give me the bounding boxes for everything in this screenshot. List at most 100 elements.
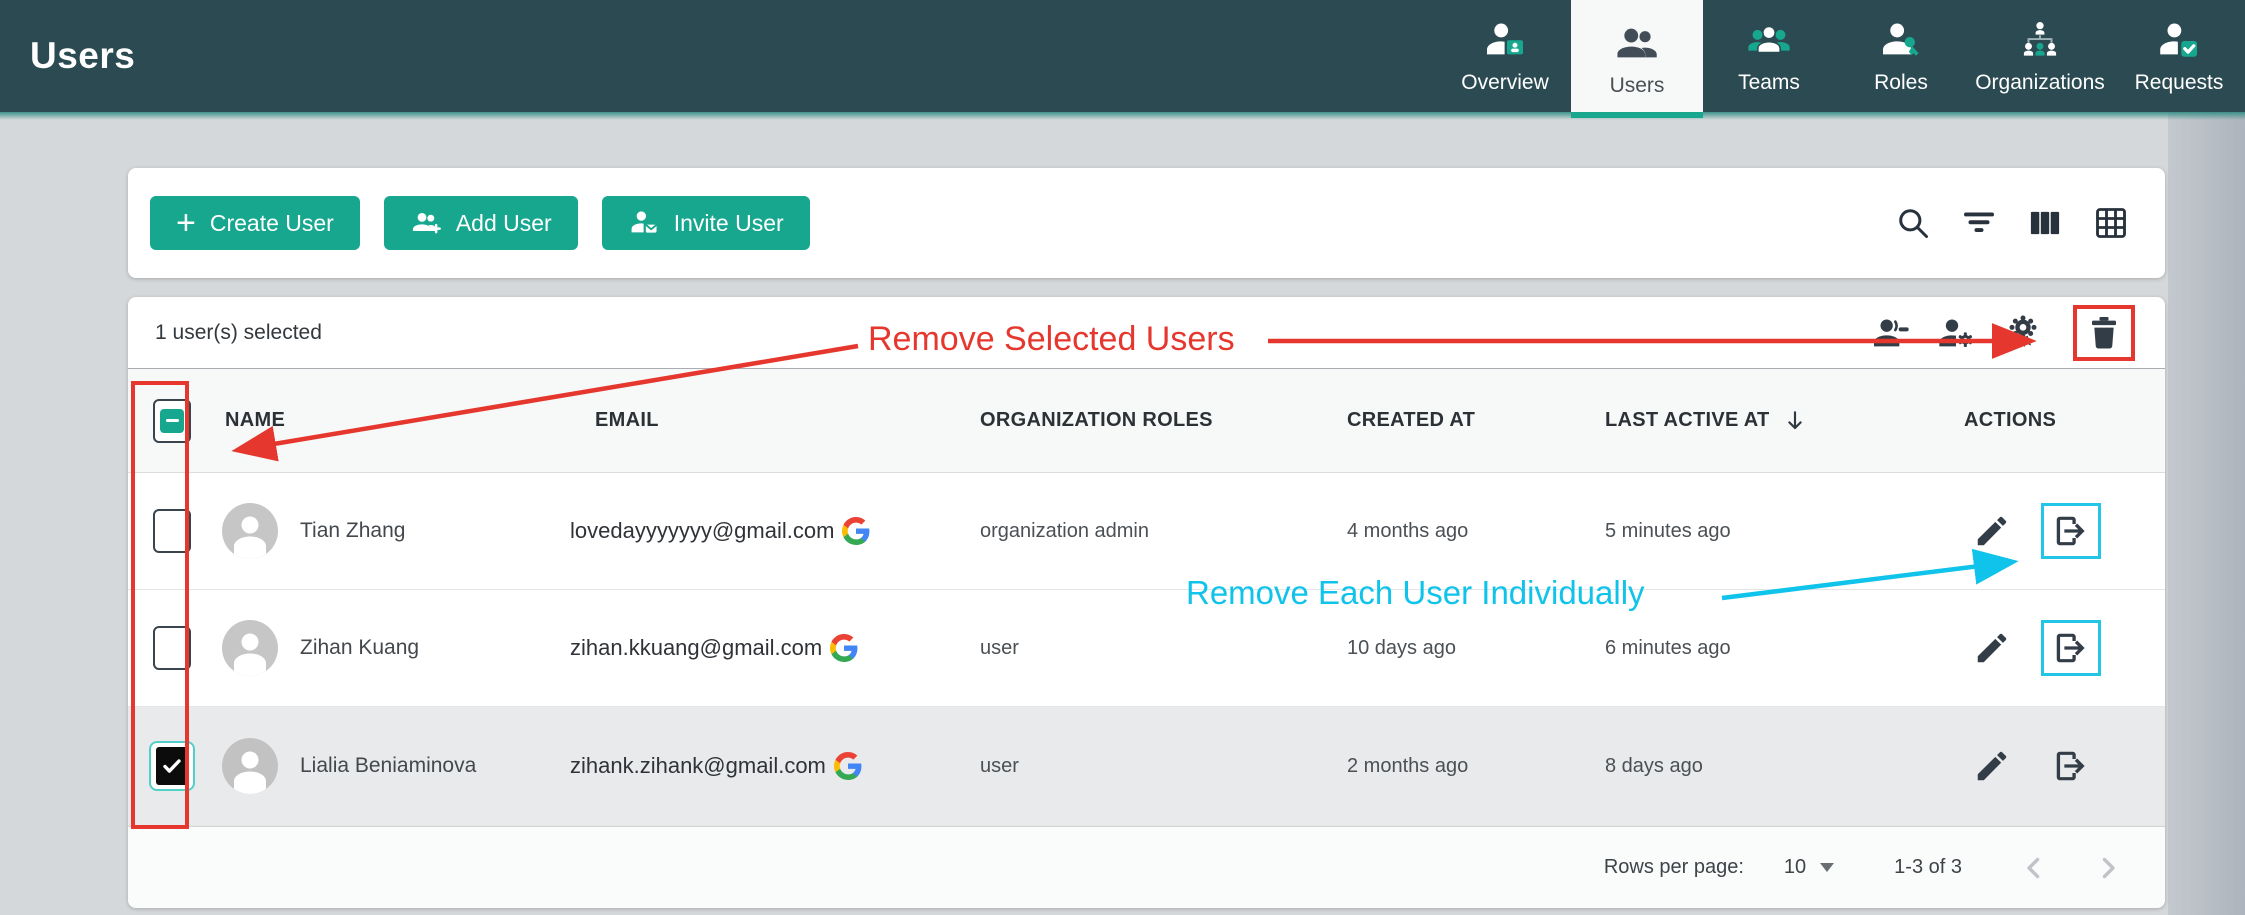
user-name: Lialia Beniaminova	[300, 754, 476, 778]
user-role: user	[978, 755, 1343, 778]
user-email: lovedayyyyyyy@gmail.com	[570, 518, 834, 544]
table-header-row: NAME EMAIL ORGANIZATION ROLES CREATED AT…	[128, 369, 2165, 473]
header-actions: ACTIONS	[1943, 409, 2165, 432]
annotation-remove-each-text: Remove Each User Individually	[1186, 574, 1645, 612]
person-mail-icon	[628, 207, 660, 239]
header-name[interactable]: NAME	[216, 409, 568, 432]
org-hierarchy-icon	[2017, 18, 2063, 64]
avatar	[222, 620, 278, 676]
annotation-remove-selected-text: Remove Selected Users	[868, 320, 1235, 359]
indeterminate-mark	[160, 409, 184, 433]
delete-icon[interactable]	[2084, 313, 2124, 353]
create-user-label: Create User	[210, 210, 334, 237]
tab-label: Requests	[2135, 71, 2224, 95]
tab-organizations[interactable]: Organizations	[1967, 0, 2113, 112]
google-logo-icon	[830, 634, 858, 662]
group-add-icon	[410, 207, 442, 239]
edit-icon[interactable]	[1973, 747, 2011, 785]
user-role: organization admin	[978, 520, 1343, 543]
select-all-checkbox[interactable]	[153, 399, 191, 443]
header-last-active-at[interactable]: LAST ACTIVE AT	[1603, 408, 1943, 434]
add-user-label: Add User	[456, 210, 552, 237]
last-active-at: 6 minutes ago	[1603, 637, 1943, 660]
tab-label: Organizations	[1975, 71, 2105, 95]
table-row[interactable]: Lialia Beniaminova zihank.zihank@gmail.c…	[128, 707, 2165, 826]
edit-icon[interactable]	[1973, 512, 2011, 550]
users-table-card: 1 user(s) selected	[128, 297, 2165, 908]
tab-label: Teams	[1738, 71, 1800, 95]
google-logo-icon	[834, 752, 862, 780]
user-email: zihan.kkuang@gmail.com	[570, 635, 822, 661]
pagination-range: 1-3 of 3	[1894, 856, 1962, 879]
view-columns-icon[interactable]	[2027, 205, 2063, 241]
tab-label: Roles	[1874, 71, 1928, 95]
remove-highlight-box	[2041, 503, 2101, 559]
tab-teams[interactable]: Teams	[1703, 0, 1835, 112]
row-checkbox[interactable]	[153, 626, 191, 670]
header-organization-roles[interactable]: ORGANIZATION ROLES	[978, 409, 1343, 432]
main-nav: Overview Users Teams Roles	[1439, 0, 2245, 120]
selection-count-text: 1 user(s) selected	[155, 321, 322, 345]
row-checkbox[interactable]	[153, 509, 191, 553]
toolbar-view-icons	[1895, 168, 2129, 278]
table-footer: Rows per page: 10 1-3 of 3	[128, 826, 2165, 908]
dropdown-caret-icon	[1820, 863, 1834, 872]
tab-users[interactable]: Users	[1571, 0, 1703, 118]
tab-label: Users	[1610, 74, 1665, 98]
last-active-at: 8 days ago	[1603, 755, 1943, 778]
search-icon[interactable]	[1895, 205, 1931, 241]
created-at: 2 months ago	[1343, 755, 1603, 778]
person-check-icon	[2156, 18, 2202, 64]
remove-highlight-box	[2041, 620, 2101, 676]
avatar	[222, 738, 278, 794]
user-name: Tian Zhang	[300, 519, 405, 543]
rows-per-page-select[interactable]: 10	[1784, 856, 1834, 879]
invite-user-button[interactable]: Invite User	[602, 196, 810, 250]
selection-actions	[1871, 297, 2135, 369]
plus-icon: +	[176, 206, 196, 240]
next-page-icon[interactable]	[2091, 851, 2125, 885]
previous-page-icon[interactable]	[2017, 851, 2051, 885]
created-at: 10 days ago	[1343, 637, 1603, 660]
rows-per-page-label: Rows per page:	[1604, 856, 1744, 879]
create-user-button[interactable]: + Create User	[150, 196, 360, 250]
user-email: zihank.zihank@gmail.com	[570, 753, 826, 779]
avatar	[222, 503, 278, 559]
toolbar-card: + Create User Add User Invite User	[128, 168, 2165, 278]
header-email[interactable]: EMAIL	[568, 409, 978, 432]
tab-overview[interactable]: Overview	[1439, 0, 1571, 112]
user-role: user	[978, 637, 1343, 660]
tab-requests[interactable]: Requests	[2113, 0, 2245, 112]
background-band	[2168, 112, 2245, 915]
team-icon	[1746, 18, 1792, 64]
award-icon[interactable]	[2003, 313, 2043, 353]
tab-roles[interactable]: Roles	[1835, 0, 1967, 112]
remove-user-row-icon[interactable]	[2052, 629, 2090, 667]
check-icon	[160, 754, 184, 778]
select-all-cell	[128, 399, 216, 443]
header-created-at[interactable]: CREATED AT	[1343, 409, 1603, 432]
created-at: 4 months ago	[1343, 520, 1603, 543]
page-title: Users	[30, 0, 135, 112]
delete-highlight-box	[2073, 305, 2135, 361]
sort-desc-arrow-icon	[1782, 408, 1808, 434]
remove-user-row-icon[interactable]	[2052, 747, 2090, 785]
google-logo-icon	[842, 517, 870, 545]
table-row[interactable]: Zihan Kuang zihan.kkuang@gmail.com user …	[128, 590, 2165, 707]
row-checkbox[interactable]	[149, 741, 195, 791]
last-active-at: 5 minutes ago	[1603, 520, 1943, 543]
add-user-button[interactable]: Add User	[384, 196, 578, 250]
remove-user-row-icon[interactable]	[2052, 512, 2090, 550]
tab-label: Overview	[1461, 71, 1549, 95]
filter-icon[interactable]	[1961, 205, 1997, 241]
people-icon	[1614, 21, 1660, 67]
toolbar-buttons: + Create User Add User Invite User	[150, 196, 810, 250]
table-row[interactable]: Tian Zhang lovedayyyyyyy@gmail.com organ…	[128, 473, 2165, 590]
person-key-icon	[1878, 18, 1924, 64]
grid-view-icon[interactable]	[2093, 205, 2129, 241]
edit-icon[interactable]	[1973, 629, 2011, 667]
remove-user-icon[interactable]	[1871, 313, 1911, 353]
person-badge-icon	[1482, 18, 1528, 64]
user-name: Zihan Kuang	[300, 636, 419, 660]
manage-user-icon[interactable]	[1937, 313, 1977, 353]
